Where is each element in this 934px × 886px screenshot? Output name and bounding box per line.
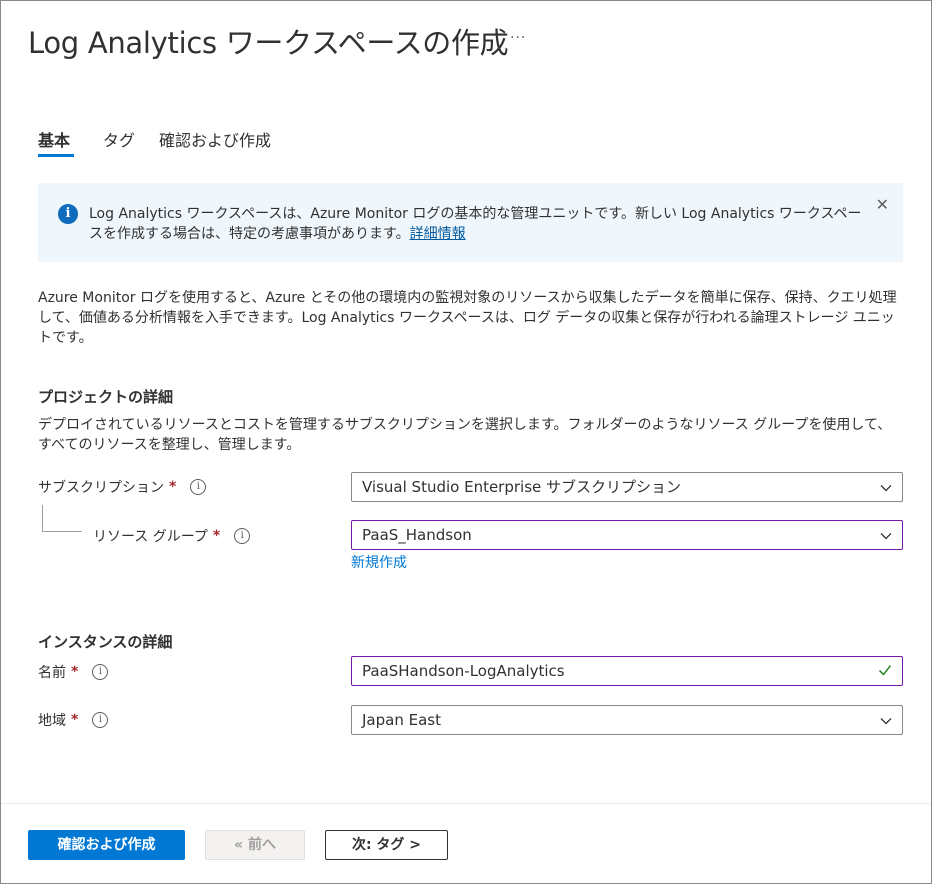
tree-connector — [42, 531, 82, 532]
info-tooltip-icon[interactable]: i — [190, 479, 207, 495]
next-tags-button[interactable]: 次: タグ > — [325, 830, 448, 860]
project-details-heading: プロジェクトの詳細 — [38, 388, 174, 406]
active-tab-indicator — [38, 154, 74, 157]
tab-review-create[interactable]: 確認および作成 — [159, 127, 271, 151]
name-label: 名前 * i — [38, 662, 109, 682]
subscription-label-text: サブスクリプション — [38, 480, 164, 496]
info-banner: i Log Analytics ワークスペースは、Azure Monitor ロ… — [38, 183, 903, 262]
checkmark-icon — [879, 665, 892, 676]
required-marker: * — [169, 479, 177, 495]
resource-group-dropdown[interactable]: PaaS_Handson — [351, 520, 903, 550]
resource-group-label: リソース グループ * i — [93, 526, 251, 546]
instance-details-heading: インスタンスの詳細 — [38, 633, 173, 651]
region-value: Japan East — [362, 711, 441, 729]
required-marker: * — [212, 528, 221, 544]
page-description: Azure Monitor ログを使用すると、Azure とその他の環境内の監視… — [38, 290, 897, 346]
subscription-dropdown[interactable]: Visual Studio Enterprise サブスクリプション — [351, 472, 903, 502]
chevron-down-icon — [880, 718, 892, 725]
footer-divider — [1, 803, 931, 804]
page-title: Log Analytics ワークスペースの作成 — [28, 26, 509, 60]
info-banner-message: Log Analytics ワークスペースは、Azure Monitor ログの… — [89, 206, 862, 242]
required-marker: * — [71, 664, 79, 680]
info-tooltip-icon[interactable]: i — [234, 528, 251, 544]
more-options-button[interactable]: ··· — [510, 30, 526, 46]
info-icon: i — [58, 204, 78, 224]
resource-group-value: PaaS_Handson — [362, 526, 472, 544]
required-marker: * — [71, 712, 79, 728]
region-label: 地域 * i — [38, 710, 109, 730]
name-label-text: 名前 — [38, 665, 66, 681]
info-tooltip-icon[interactable]: i — [92, 712, 109, 728]
info-banner-text: Log Analytics ワークスペースは、Azure Monitor ログの… — [89, 204, 869, 244]
previous-button[interactable]: « 前へ — [205, 830, 305, 860]
chevron-down-icon — [880, 533, 892, 540]
subscription-value: Visual Studio Enterprise サブスクリプション — [362, 478, 682, 496]
resource-group-label-text: リソース グループ — [93, 529, 208, 545]
tree-connector — [42, 505, 43, 532]
tab-basics[interactable]: 基本 — [38, 127, 70, 151]
tab-tags[interactable]: タグ — [103, 127, 135, 151]
project-details-description: デプロイされているリソースとコストを管理するサブスクリプションを選択します。フォ… — [38, 417, 892, 453]
review-create-button[interactable]: 確認および作成 — [28, 830, 185, 860]
info-tooltip-icon[interactable]: i — [92, 664, 109, 680]
close-icon[interactable]: ✕ — [876, 195, 889, 214]
workspace-name-input[interactable]: PaaSHandson-LogAnalytics — [351, 656, 903, 686]
region-dropdown[interactable]: Japan East — [351, 705, 903, 735]
subscription-label: サブスクリプション * i — [38, 477, 207, 497]
region-label-text: 地域 — [38, 713, 66, 729]
create-new-link[interactable]: 新規作成 — [351, 552, 407, 572]
learn-more-link[interactable]: 詳細情報 — [410, 226, 466, 242]
chevron-down-icon — [880, 485, 892, 492]
workspace-name-value: PaaSHandson-LogAnalytics — [362, 662, 565, 680]
